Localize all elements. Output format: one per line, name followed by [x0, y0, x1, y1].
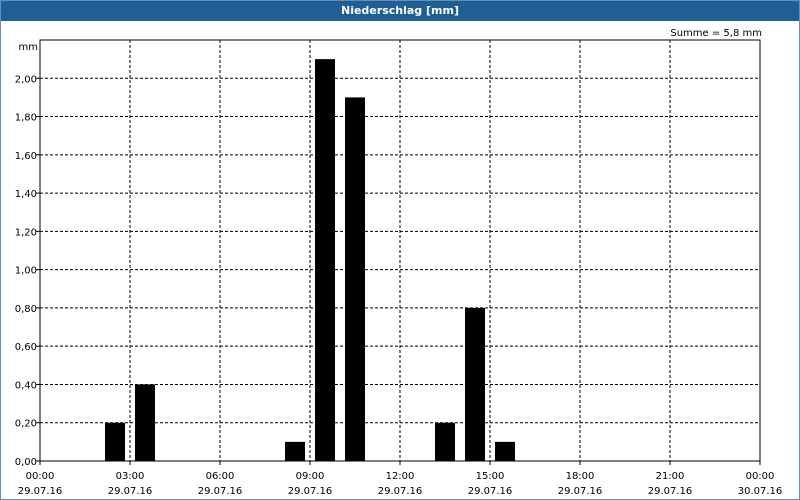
x-tick-time: 00:00 [746, 471, 775, 482]
x-tick-time: 00:00 [26, 471, 55, 482]
bar [495, 441, 515, 461]
x-tick-time: 18:00 [566, 471, 595, 482]
sum-label: Summe = 5,8 mm [670, 28, 762, 39]
bar [315, 59, 335, 462]
y-tick-label: 0,80 [15, 304, 37, 315]
bar [345, 97, 365, 461]
y-tick-label: 0,60 [15, 342, 37, 353]
y-unit-label: mm [19, 42, 38, 53]
x-tick-time: 15:00 [476, 471, 505, 482]
y-tick-label: 1,40 [15, 189, 37, 200]
x-tick-date: 29.07.16 [108, 486, 153, 497]
bar [435, 422, 455, 461]
y-tick-label: 0,40 [15, 380, 37, 391]
x-tick-date: 29.07.16 [378, 486, 423, 497]
bar [105, 422, 125, 461]
x-tick-date: 29.07.16 [18, 486, 63, 497]
x-tick-date: 29.07.16 [648, 486, 693, 497]
y-tick-label: 0,00 [15, 457, 37, 468]
y-tick-label: 1,60 [15, 151, 37, 162]
x-tick-time: 12:00 [386, 471, 415, 482]
x-tick-time: 09:00 [296, 471, 325, 482]
bar [465, 307, 485, 461]
x-tick-date: 30.07.16 [738, 486, 783, 497]
y-tick-label: 1,00 [15, 266, 37, 277]
x-tick-date: 29.07.16 [288, 486, 333, 497]
y-tick-label: 1,20 [15, 227, 37, 238]
bar [285, 441, 305, 461]
x-tick-time: 03:00 [116, 471, 145, 482]
x-axis-labels: 00:00 29.07.16 03:00 29.07.16 06:00 29.07.16 0… [18, 471, 783, 497]
x-tick-date: 29.07.16 [468, 486, 513, 497]
y-tick-label: 1,80 [15, 113, 37, 124]
chart-svg: Summe = 5,8 mm mm 0,00 0,20 0,40 0,60 0,80 1,… [15, 28, 783, 497]
y-tick-label: 0,20 [15, 419, 37, 430]
x-tick-time: 06:00 [206, 471, 235, 482]
x-tick-time: 21:00 [656, 471, 685, 482]
x-tick-date: 29.07.16 [198, 486, 243, 497]
y-axis-labels: 0,00 0,20 0,40 0,60 0,80 1,00 1,20 1,40 1,60 1,80… [15, 74, 37, 468]
y-tick-label: 2,00 [15, 74, 37, 85]
x-tick-date: 29.07.16 [558, 486, 603, 497]
bar [135, 384, 155, 461]
